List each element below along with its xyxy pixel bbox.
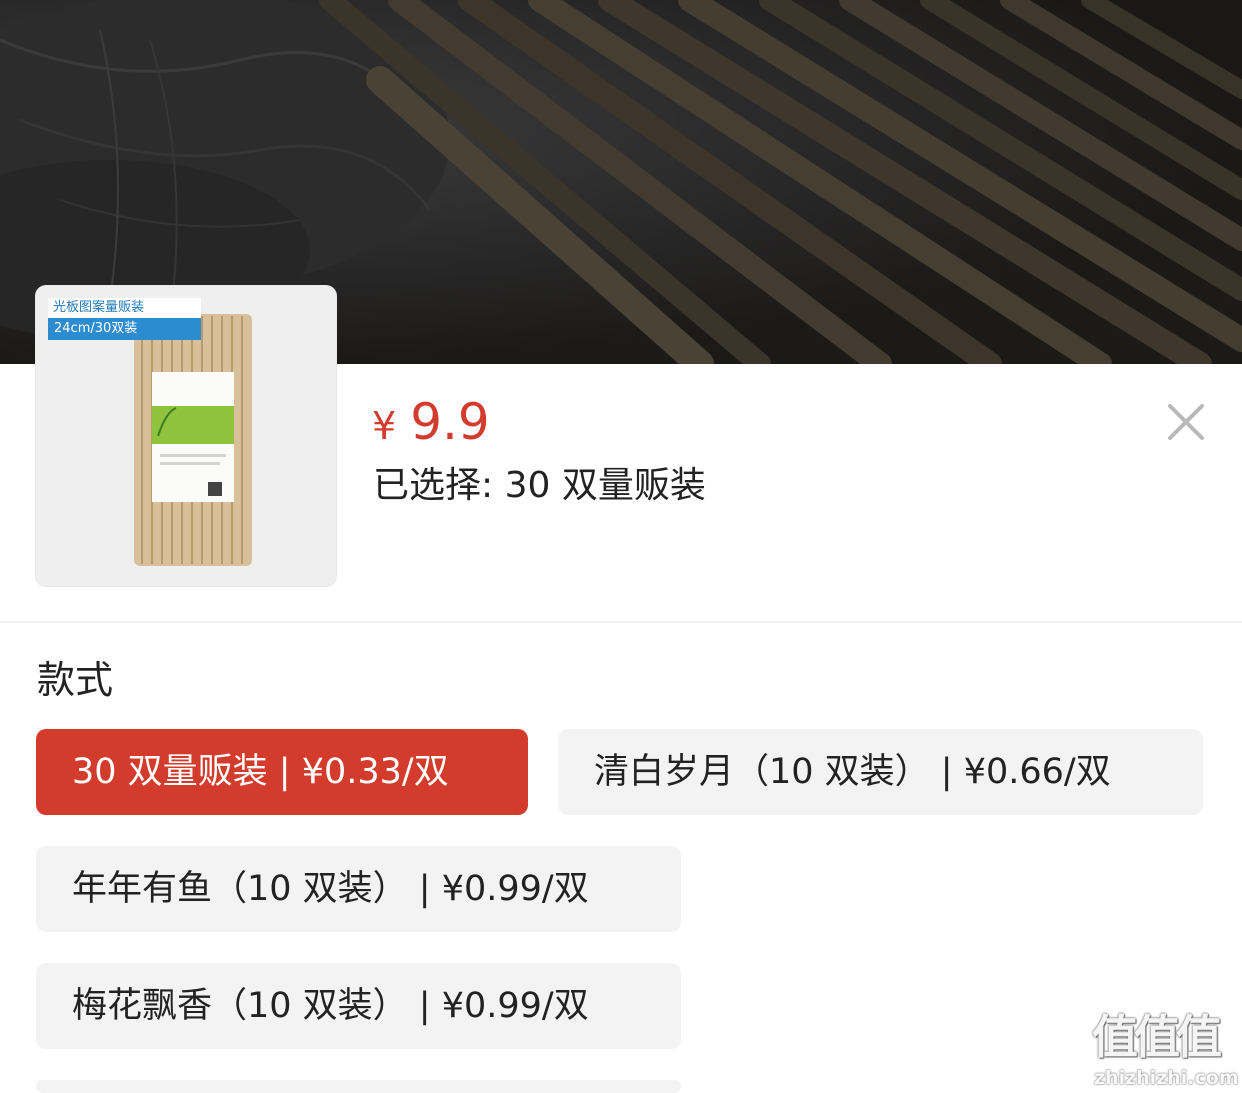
product-thumbnail[interactable]: 光板图案量贩装 24cm/30双装 bbox=[36, 286, 336, 586]
site-watermark: 值值值 zhizhizhi.com bbox=[1092, 1010, 1242, 1093]
close-icon bbox=[1168, 404, 1204, 440]
option-partial-next[interactable] bbox=[36, 1080, 681, 1093]
option-meihua-piaoxiang[interactable]: 梅花飘香（10 双装） | ¥0.99/双 bbox=[36, 963, 681, 1049]
currency-symbol: ¥ bbox=[372, 404, 397, 448]
package-badge-spec: 24cm/30双装 bbox=[48, 318, 201, 340]
package-badge-title: 光板图案量贩装 bbox=[48, 298, 201, 318]
selected-variant-text: 已选择: 30 双量贩装 bbox=[373, 465, 706, 506]
price-value: 9.9 bbox=[410, 393, 490, 451]
close-button[interactable] bbox=[1160, 396, 1212, 448]
package-badge: 光板图案量贩装 24cm/30双装 bbox=[48, 298, 201, 340]
watermark-url: zhizhizhi.com bbox=[1094, 1067, 1239, 1089]
style-section-title: 款式 bbox=[37, 658, 114, 702]
option-30-pairs-bulk[interactable]: 30 双量贩装 | ¥0.33/双 bbox=[36, 729, 528, 815]
sku-selector-page: 光板图案量贩装 24cm/30双装 ¥9.9 已选择: 30 双量贩装 款式 3… bbox=[0, 0, 1242, 1093]
watermark-logo: 值值值 bbox=[1092, 1010, 1222, 1064]
price-display: ¥9.9 bbox=[372, 392, 490, 452]
option-niannian-youyu[interactable]: 年年有鱼（10 双装） | ¥0.99/双 bbox=[36, 846, 681, 932]
option-qingbai-suiyue[interactable]: 清白岁月（10 双装） | ¥0.66/双 bbox=[558, 729, 1203, 815]
header-divider bbox=[0, 621, 1242, 623]
